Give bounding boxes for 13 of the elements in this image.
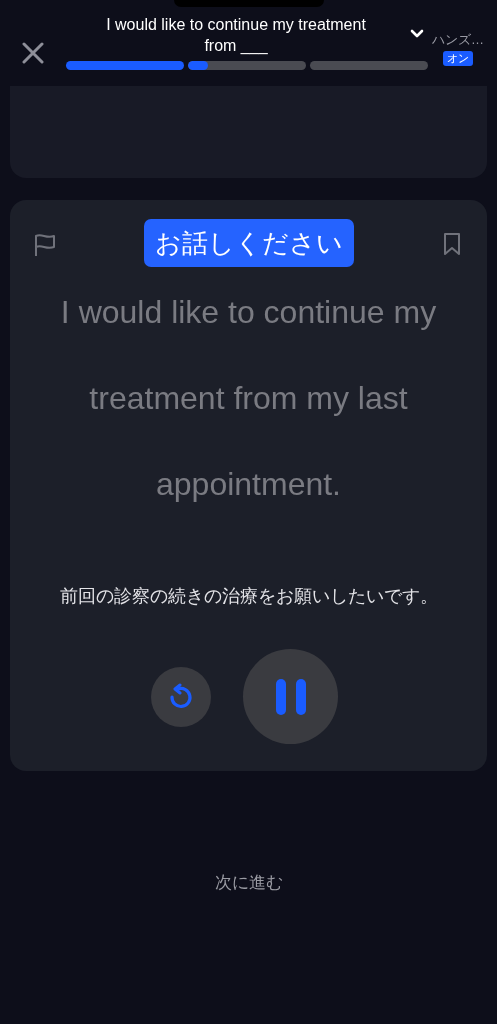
hands-free-label: ハンズ… bbox=[432, 32, 484, 47]
speak-prompt: お話しください bbox=[143, 219, 354, 267]
close-icon bbox=[22, 42, 44, 64]
chevron-down-icon[interactable] bbox=[410, 29, 424, 38]
replay-icon bbox=[167, 682, 195, 711]
flag-icon[interactable] bbox=[34, 233, 56, 257]
sentence-title: I would like to continue my treatment from ___ bbox=[105, 15, 367, 56]
bookmark-icon[interactable] bbox=[443, 232, 461, 256]
next-button[interactable]: 次に進む bbox=[214, 870, 283, 896]
pause-icon bbox=[274, 677, 307, 716]
hands-free-toggle[interactable]: オン bbox=[443, 51, 473, 66]
english-sentence: I would like to continue my treatment from my last appointment. bbox=[59, 293, 438, 504]
japanese-translation: 前回の診察の続きの治療をお願いしたいです。 bbox=[59, 585, 438, 608]
